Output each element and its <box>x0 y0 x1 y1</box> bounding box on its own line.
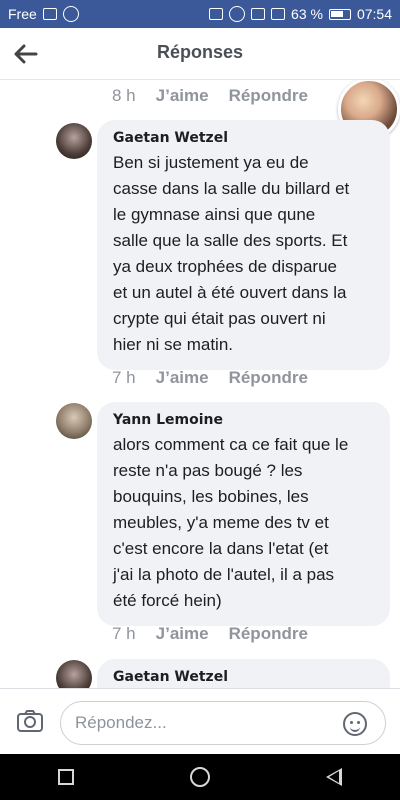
avatar[interactable] <box>56 660 92 688</box>
back-icon[interactable] <box>326 768 342 786</box>
android-nav-bar <box>0 754 400 800</box>
comment-text: Ben si justement ya eu de casse dans la … <box>113 153 350 354</box>
carrier-label: Free <box>8 6 37 22</box>
comment-actions: 8 h J’aime Répondre <box>112 86 308 106</box>
reply-button[interactable]: Répondre <box>229 86 308 106</box>
status-bar: Free 63 % 07:54 <box>0 0 400 28</box>
header: Réponses <box>0 28 400 80</box>
avatar[interactable] <box>56 123 92 159</box>
comment-bubble[interactable]: Yann Lemoine alors comment ca ce fait qu… <box>97 402 390 626</box>
messenger-notification-icon <box>62 6 79 22</box>
alarm-icon <box>229 6 246 22</box>
camera-icon[interactable] <box>16 709 44 733</box>
comment-bubble[interactable]: Gaetan Wetzel Ben si justement ya eu de … <box>97 120 390 370</box>
reply-input-placeholder: Répondez... <box>75 713 167 732</box>
wifi-icon <box>251 8 266 20</box>
battery-icon <box>328 8 351 20</box>
comment-author[interactable]: Gaetan Wetzel <box>113 130 376 146</box>
home-icon[interactable] <box>190 767 210 787</box>
comment-bubble[interactable]: Gaetan Wetzel <box>97 659 390 688</box>
like-button[interactable]: J’aime <box>156 86 209 106</box>
like-button[interactable]: J’aime <box>156 624 209 644</box>
clock: 07:54 <box>356 6 392 22</box>
timestamp: 7 h <box>112 624 136 643</box>
comment-author[interactable]: Gaetan Wetzel <box>113 669 376 685</box>
image-notification-icon <box>42 8 57 20</box>
timestamp: 7 h <box>112 368 136 387</box>
signal-icon <box>271 8 286 20</box>
avatar[interactable] <box>56 403 92 439</box>
reply-button[interactable]: Répondre <box>229 368 308 388</box>
emoji-icon[interactable] <box>343 712 367 736</box>
reply-input[interactable]: Répondez... <box>60 701 386 745</box>
reply-composer: Répondez... <box>0 688 400 754</box>
reply-button[interactable]: Répondre <box>229 624 308 644</box>
comment-author[interactable]: Yann Lemoine <box>113 412 376 428</box>
timestamp: 8 h <box>112 86 136 105</box>
like-button[interactable]: J’aime <box>156 368 209 388</box>
comment-actions: 7 h J’aime Répondre <box>112 624 308 644</box>
comment-actions: 7 h J’aime Répondre <box>112 368 308 388</box>
vibrate-icon <box>209 8 224 20</box>
battery-percent: 63 % <box>291 6 323 22</box>
page-title: Réponses <box>156 42 244 62</box>
comment-text: alors comment ca ce fait que le reste n'… <box>113 435 349 610</box>
recents-icon[interactable] <box>58 769 74 785</box>
replies-thread: 8 h J’aime Répondre Gaetan Wetzel Ben si… <box>0 80 400 688</box>
